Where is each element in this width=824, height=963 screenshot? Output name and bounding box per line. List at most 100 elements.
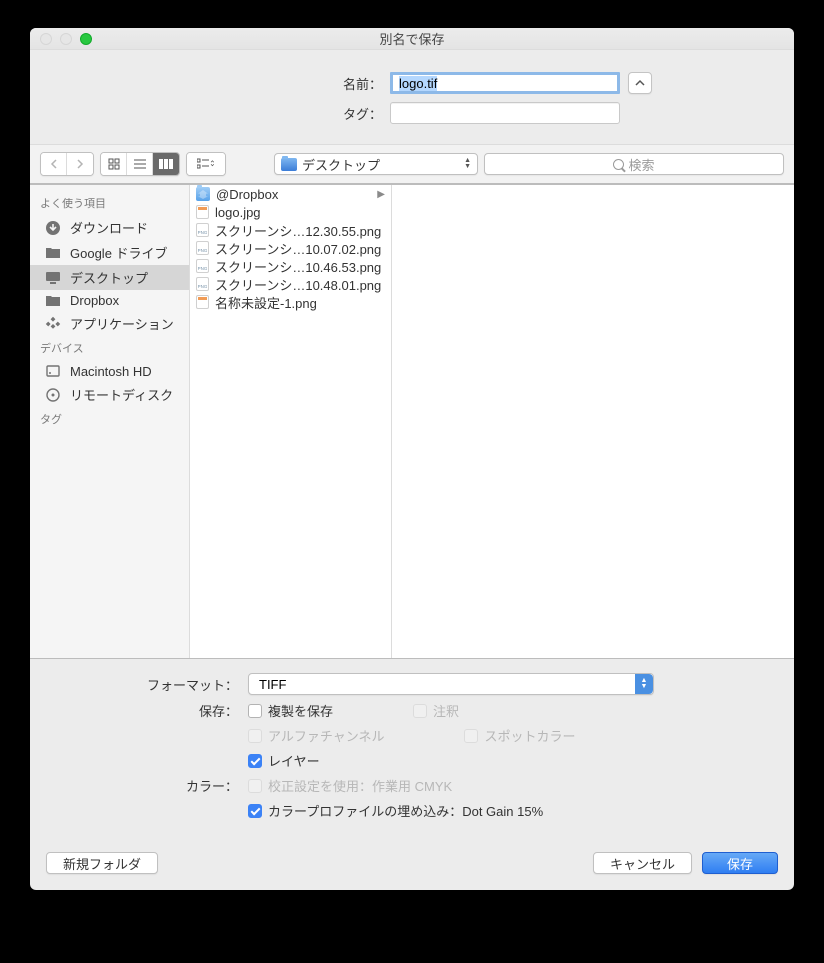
file-icon <box>196 205 209 219</box>
new-folder-button[interactable]: 新規フォルダ <box>46 852 158 874</box>
desktop-icon <box>44 271 62 284</box>
proof-checkbox: 校正設定を使用：作業用 CMYK <box>248 776 766 795</box>
sidebar-item-label: デスクトップ <box>70 268 148 287</box>
download-icon <box>44 220 62 236</box>
sidebar-item-label: Macintosh HD <box>70 364 152 379</box>
file-row[interactable]: logo.jpg <box>190 203 391 221</box>
folder-icon <box>281 158 297 171</box>
sidebar-item[interactable]: デスクトップ <box>30 265 189 290</box>
sidebar-item-label: アプリケーション <box>70 314 174 333</box>
file-name: @Dropbox <box>216 187 278 202</box>
alpha-checkbox: アルファチャンネル <box>248 726 384 745</box>
file-name: 名称未設定-1.png <box>215 293 317 312</box>
disc-icon <box>44 387 62 403</box>
file-row[interactable]: スクリーンシ…12.30.55.png <box>190 221 391 239</box>
back-button[interactable] <box>41 153 67 175</box>
nav-buttons <box>40 152 94 176</box>
tag-input[interactable] <box>390 102 620 124</box>
toolbar: デスクトップ ▲▼ 検索 <box>30 144 794 184</box>
file-name: スクリーンシ…10.48.01.png <box>215 275 381 294</box>
sidebar-item[interactable]: Macintosh HD <box>30 360 189 382</box>
file-name: logo.jpg <box>215 205 261 220</box>
sidebar-item[interactable]: Dropbox <box>30 290 189 311</box>
file-row[interactable]: @Dropbox ▶ <box>190 185 391 203</box>
minimize-window-button[interactable] <box>60 33 72 45</box>
name-input[interactable] <box>390 72 620 94</box>
file-icon <box>196 295 209 309</box>
file-row[interactable]: スクリーンシ…10.46.53.png <box>190 257 391 275</box>
arrange-button[interactable] <box>187 153 225 175</box>
search-placeholder: 検索 <box>628 155 654 174</box>
save-dialog: 別名で保存 名前： タグ： デ <box>30 28 794 890</box>
sidebar-item-label: ダウンロード <box>70 218 148 237</box>
location-label: デスクトップ <box>302 155 459 174</box>
updown-icon: ▲▼ <box>464 158 471 170</box>
layers-checkbox[interactable]: レイヤー <box>248 751 766 770</box>
file-column-empty <box>392 185 794 658</box>
sidebar-item-label: Google ドライブ <box>70 243 168 262</box>
view-mode-buttons <box>100 152 180 176</box>
file-icon <box>196 241 209 255</box>
save-button[interactable]: 保存 <box>702 852 778 874</box>
name-section: 名前： タグ： <box>30 50 794 144</box>
list-icon <box>134 159 146 169</box>
save-opts-label: 保存： <box>58 701 248 720</box>
format-label: フォーマット： <box>58 675 248 694</box>
sidebar-item[interactable]: リモートディスク <box>30 382 189 407</box>
titlebar: 別名で保存 <box>30 28 794 50</box>
file-icon <box>196 223 209 237</box>
apps-icon <box>44 316 62 332</box>
file-row[interactable]: 名称未設定-1.png <box>190 293 391 311</box>
chevron-right-icon: ▶ <box>377 189 385 200</box>
column-view-button[interactable] <box>153 153 179 175</box>
sidebar-item-label: Dropbox <box>70 293 119 308</box>
icon-view-button[interactable] <box>101 153 127 175</box>
format-select[interactable]: TIFF ▲▼ <box>248 673 654 695</box>
footer: 新規フォルダ キャンセル 保存 <box>30 842 794 890</box>
tag-label: タグ： <box>172 104 382 123</box>
file-name: スクリーンシ…12.30.55.png <box>215 221 381 240</box>
arrange-buttons <box>186 152 226 176</box>
collapse-button[interactable] <box>628 72 652 94</box>
sidebar-item[interactable]: アプリケーション <box>30 311 189 336</box>
file-icon <box>196 259 209 273</box>
chevron-right-icon <box>76 159 84 169</box>
file-name: スクリーンシ…10.46.53.png <box>215 257 381 276</box>
cancel-button[interactable]: キャンセル <box>593 852 692 874</box>
window-title: 別名で保存 <box>30 29 794 48</box>
location-dropdown[interactable]: デスクトップ ▲▼ <box>274 153 478 175</box>
profile-checkbox[interactable]: カラープロファイルの埋め込み：Dot Gain 15% <box>248 801 766 820</box>
file-icon <box>196 277 209 291</box>
folder-icon <box>44 294 62 307</box>
list-view-button[interactable] <box>127 153 153 175</box>
sidebar-item-label: リモートディスク <box>70 385 173 404</box>
zoom-window-button[interactable] <box>80 33 92 45</box>
grid-icon <box>108 158 120 170</box>
file-browser: よく使う項目ダウンロード Google ドライブデスクトップ Dropbox アプリケ… <box>30 184 794 658</box>
options-panel: フォーマット： TIFF ▲▼ 保存： 複製を保存 注釈 アルファチャンネル ス… <box>30 658 794 842</box>
color-opts-label: カラー： <box>58 776 248 795</box>
file-row[interactable]: スクリーンシ…10.07.02.png <box>190 239 391 257</box>
folder-icon <box>44 246 62 259</box>
close-window-button[interactable] <box>40 33 52 45</box>
sidebar-item[interactable]: Google ドライブ <box>30 240 189 265</box>
traffic-lights <box>40 33 92 45</box>
format-value: TIFF <box>259 677 286 692</box>
spot-checkbox: スポットカラー <box>464 726 575 745</box>
file-name: スクリーンシ…10.07.02.png <box>215 239 381 258</box>
updown-icon: ▲▼ <box>635 674 653 694</box>
search-field[interactable]: 検索 <box>484 153 784 175</box>
sidebar: よく使う項目ダウンロード Google ドライブデスクトップ Dropbox アプリケ… <box>30 185 190 658</box>
sidebar-header: タグ <box>30 407 189 431</box>
copy-checkbox[interactable]: 複製を保存 <box>248 701 333 720</box>
file-column: @Dropbox▶logo.jpgスクリーンシ…12.30.55.pngスクリー… <box>190 185 392 658</box>
notes-checkbox: 注釈 <box>413 701 459 720</box>
search-icon <box>613 159 624 170</box>
arrange-icon <box>197 158 215 170</box>
sidebar-header: よく使う項目 <box>30 191 189 215</box>
columns-icon <box>159 159 173 169</box>
file-row[interactable]: スクリーンシ…10.48.01.png <box>190 275 391 293</box>
sidebar-item[interactable]: ダウンロード <box>30 215 189 240</box>
forward-button[interactable] <box>67 153 93 175</box>
file-icon <box>196 187 210 201</box>
